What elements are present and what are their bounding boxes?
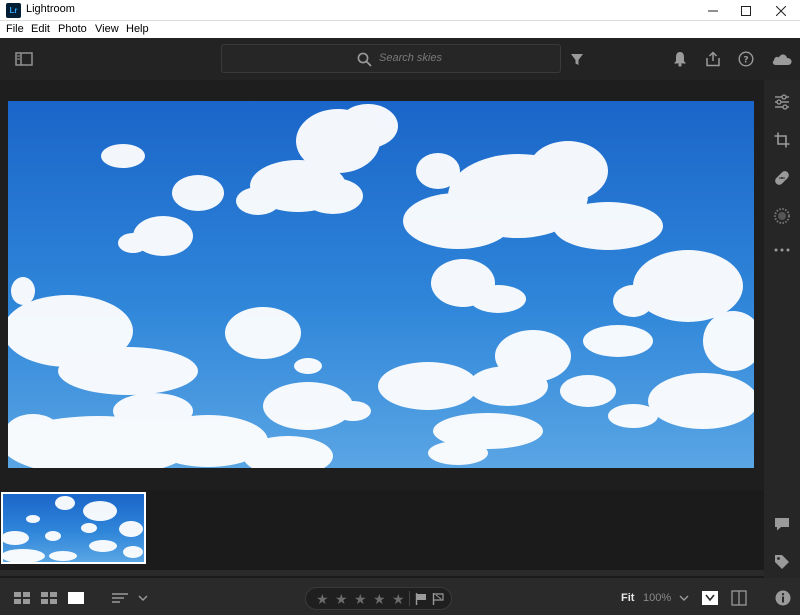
menu-help[interactable]: Help xyxy=(126,23,149,35)
panel-toggle-icon[interactable] xyxy=(14,51,34,67)
pick-flag-icon[interactable] xyxy=(414,592,428,606)
filmstrip-thumbnail[interactable] xyxy=(1,492,146,564)
svg-text:?: ? xyxy=(743,56,748,66)
menu-edit[interactable]: Edit xyxy=(31,23,50,35)
cloud-illustration xyxy=(8,101,754,468)
masking-icon[interactable] xyxy=(764,202,800,230)
photo-grid-icon[interactable] xyxy=(40,591,58,605)
share-icon[interactable] xyxy=(703,49,723,69)
menu-view[interactable]: View xyxy=(95,23,119,35)
split-view-icon[interactable] xyxy=(730,589,748,607)
sort-icon[interactable] xyxy=(110,591,130,605)
star-5-icon[interactable]: ★ xyxy=(392,591,405,608)
rating-flag-control: ★ ★ ★ ★ ★ xyxy=(305,587,452,610)
filmstrip-scrollbar[interactable] xyxy=(0,570,764,576)
bell-icon[interactable] xyxy=(670,49,690,69)
menu-bar: File Edit Photo View Help xyxy=(0,21,800,38)
close-button[interactable] xyxy=(766,0,796,21)
chevron-down-icon[interactable] xyxy=(137,592,149,604)
sliders-icon[interactable] xyxy=(764,88,800,116)
star-1-icon[interactable]: ★ xyxy=(316,591,329,608)
info-icon[interactable] xyxy=(773,588,793,608)
zoom-chevron-down-icon[interactable] xyxy=(678,592,690,604)
maximize-button[interactable] xyxy=(731,0,761,21)
tag-icon[interactable] xyxy=(764,548,800,576)
thumbnail-image xyxy=(3,494,144,562)
search-icon xyxy=(356,51,372,67)
zoom-fit-button[interactable]: Fit xyxy=(621,592,634,604)
star-2-icon[interactable]: ★ xyxy=(335,591,348,608)
edit-panel xyxy=(764,80,800,590)
filter-icon[interactable] xyxy=(568,50,586,68)
menu-photo[interactable]: Photo xyxy=(58,23,87,35)
menu-file[interactable]: File xyxy=(6,23,24,35)
title-bar: Lr Lightroom xyxy=(0,0,800,21)
more-icon[interactable] xyxy=(764,236,800,264)
search-box[interactable]: Search skies xyxy=(221,44,561,73)
star-3-icon[interactable]: ★ xyxy=(354,591,367,608)
minimize-button[interactable] xyxy=(698,0,728,21)
window-title: Lightroom xyxy=(26,3,75,15)
crop-icon[interactable] xyxy=(764,126,800,154)
detail-view-icon[interactable] xyxy=(67,591,85,605)
cloud-icon[interactable] xyxy=(770,49,794,69)
comment-icon[interactable] xyxy=(764,510,800,538)
square-grid-icon[interactable] xyxy=(13,591,31,605)
zoom-percent-button[interactable]: 100% xyxy=(643,592,671,604)
sky-photo xyxy=(8,101,754,468)
lightroom-logo-icon: Lr xyxy=(6,3,21,18)
healing-icon[interactable] xyxy=(764,164,800,192)
search-input[interactable]: Search skies xyxy=(379,52,442,64)
reject-flag-icon[interactable] xyxy=(431,592,445,606)
help-icon[interactable]: ? xyxy=(736,49,756,69)
divider xyxy=(409,591,410,606)
star-4-icon[interactable]: ★ xyxy=(373,591,386,608)
compare-view-icon[interactable] xyxy=(701,590,719,606)
